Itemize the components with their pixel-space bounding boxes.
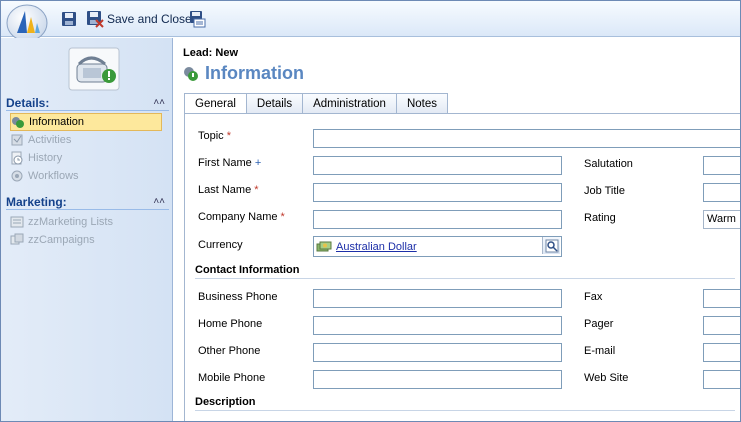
activities-icon — [10, 133, 24, 147]
currency-lookup-field[interactable]: Australian Dollar — [313, 236, 562, 257]
left-navigation: Details: ˄˄ Information Activities Histo… — [1, 38, 173, 421]
fax-label: Fax — [584, 291, 603, 303]
nav-item-label: zzMarketing Lists — [28, 216, 113, 228]
marketing-list-icon — [10, 215, 24, 229]
first-name-label: First Name + — [198, 157, 261, 169]
salutation-label: Salutation — [584, 158, 633, 170]
form-area: Lead: New Information General Details Ad… — [174, 38, 740, 421]
tab-general[interactable]: General — [184, 93, 247, 114]
currency-label: Currency — [198, 239, 243, 251]
crm-logo-icon[interactable] — [5, 3, 49, 43]
marketing-nav-header[interactable]: Marketing: ˄˄ — [6, 194, 169, 210]
currency-icon — [316, 241, 332, 251]
other-phone-field[interactable] — [313, 343, 562, 362]
nav-item-label: Workflows — [28, 170, 79, 182]
nav-item-label: Activities — [28, 134, 72, 146]
nav-item-campaigns[interactable]: zzCampaigns — [10, 231, 162, 249]
web-site-label: Web Site — [584, 372, 629, 384]
nav-item-label: History — [28, 152, 63, 164]
tab-administration[interactable]: Administration — [303, 93, 397, 114]
save-and-close-button[interactable]: Save and Close — [86, 9, 192, 29]
salutation-field[interactable] — [703, 156, 740, 175]
nav-item-marketing-lists[interactable]: zzMarketing Lists — [10, 213, 162, 231]
history-icon — [10, 151, 24, 165]
marketing-header-label: Marketing: — [6, 194, 67, 209]
last-name-label-text: Last Name — [198, 184, 252, 196]
company-name-label-text: Company Name — [198, 211, 278, 223]
save-icon — [62, 12, 76, 26]
form-title-row: Information — [183, 63, 304, 84]
pager-field[interactable] — [703, 316, 740, 335]
nav-item-label: zzCampaigns — [28, 234, 95, 246]
last-name-label: Last Name * — [198, 184, 259, 196]
job-title-field[interactable] — [703, 183, 740, 202]
crm-lead-window: Save and Close Details: ˄˄ Information A… — [0, 0, 741, 422]
email-label: E-mail — [584, 345, 616, 357]
campaign-icon — [10, 233, 24, 247]
required-marker: * — [280, 211, 285, 223]
web-site-field[interactable] — [703, 370, 740, 389]
company-name-field[interactable] — [313, 210, 562, 229]
nav-item-label: Information — [29, 116, 85, 128]
details-nav-header[interactable]: Details: ˄˄ — [6, 95, 169, 111]
description-heading: Description — [195, 396, 256, 408]
first-name-label-text: First Name — [198, 157, 252, 169]
mobile-phone-label: Mobile Phone — [198, 372, 266, 384]
save-button[interactable] — [61, 9, 79, 29]
business-phone-field[interactable] — [313, 289, 562, 308]
last-name-field[interactable] — [313, 183, 562, 202]
other-phone-label: Other Phone — [198, 345, 261, 357]
information-icon — [184, 66, 198, 81]
lookup-button[interactable] — [542, 237, 560, 254]
save-and-new-button[interactable] — [188, 9, 208, 29]
save-print-icon — [190, 11, 206, 28]
topic-label: Topic * — [198, 130, 231, 142]
business-phone-label: Business Phone — [198, 291, 278, 303]
company-name-label: Company Name * — [198, 211, 285, 223]
tab-notes[interactable]: Notes — [396, 93, 448, 114]
toolbar: Save and Close — [1, 1, 740, 42]
nav-item-history[interactable]: History — [10, 149, 162, 167]
section-divider — [195, 278, 735, 279]
required-marker: * — [254, 184, 259, 196]
home-phone-field[interactable] — [313, 316, 562, 335]
recommended-marker: + — [254, 157, 262, 169]
currency-value-link[interactable]: Australian Dollar — [336, 241, 417, 253]
pager-label: Pager — [584, 318, 614, 330]
required-marker: * — [226, 130, 232, 142]
save-and-close-label: Save and Close — [107, 12, 192, 26]
email-field[interactable] — [703, 343, 740, 362]
tab-details[interactable]: Details — [246, 93, 304, 114]
nav-item-workflows[interactable]: Workflows — [10, 167, 162, 185]
topic-field[interactable] — [313, 129, 740, 148]
lookup-magnifier-icon — [545, 239, 558, 252]
job-title-label: Job Title — [584, 185, 625, 197]
form-tabs: General Details Administration Notes — [184, 93, 448, 114]
first-name-field[interactable] — [313, 156, 562, 175]
collapse-chevron-icon[interactable]: ˄˄ — [153, 196, 165, 207]
general-tab-panel: Topic * First Name + Salutation Last Nam… — [184, 113, 740, 421]
save-close-icon — [87, 11, 104, 28]
information-icon — [11, 115, 25, 129]
section-divider — [195, 410, 735, 411]
collapse-chevron-icon[interactable]: ˄˄ — [153, 97, 165, 108]
lead-entity-icon — [67, 46, 121, 92]
rating-select[interactable]: Warm — [703, 210, 740, 229]
form-kind-label: Lead: New — [183, 47, 239, 59]
nav-item-information[interactable]: Information — [10, 113, 162, 131]
home-phone-label: Home Phone — [198, 318, 263, 330]
mobile-phone-field[interactable] — [313, 370, 562, 389]
contact-information-heading: Contact Information — [195, 264, 300, 276]
details-header-label: Details: — [6, 95, 50, 110]
rating-label: Rating — [584, 212, 616, 224]
topic-label-text: Topic — [198, 130, 224, 142]
page-title: Information — [205, 63, 304, 83]
workflows-icon — [10, 169, 24, 183]
fax-field[interactable] — [703, 289, 740, 308]
nav-item-activities[interactable]: Activities — [10, 131, 162, 149]
